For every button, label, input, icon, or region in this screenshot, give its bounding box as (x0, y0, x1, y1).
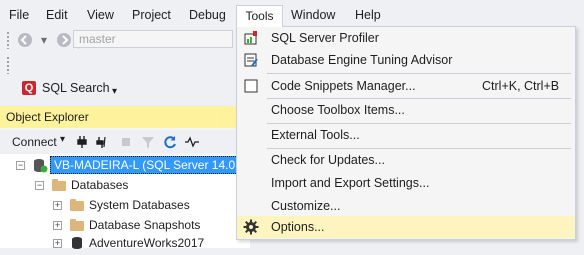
menu-item-label: Database Engine Tuning Advisor (271, 53, 453, 67)
tree-node-server[interactable]: − VB-MADEIRA-L (SQL Server 14.0.10 (0, 156, 256, 174)
tree-node-adventureworks[interactable]: + AdventureWorks2017 (0, 234, 250, 252)
menu-item-label: Import and Export Settings... (271, 176, 430, 190)
adventureworks-label: AdventureWorks2017 (89, 236, 205, 250)
tools-dropdown-menu: SQL Server Profiler Database Engine Tuni… (236, 26, 576, 240)
dropdown-arrow-icon[interactable]: ▾ (36, 32, 52, 48)
toolbar-grip[interactable] (6, 31, 10, 49)
menu-edit[interactable]: Edit (46, 0, 68, 27)
folder-icon (70, 219, 84, 231)
profiler-icon (243, 30, 259, 46)
snippets-icon (243, 78, 259, 94)
menu-project[interactable]: Project (132, 0, 171, 27)
expand-icon[interactable]: + (53, 239, 62, 248)
disconnect-icon[interactable] (94, 134, 110, 150)
database-snapshots-label: Database Snapshots (89, 218, 201, 232)
menu-item-label: Choose Toolbox Items... (271, 103, 405, 117)
menu-item-choose-toolbox-items[interactable]: Choose Toolbox Items... (237, 99, 575, 121)
collapse-icon[interactable]: − (35, 181, 44, 190)
filter-icon[interactable] (140, 134, 156, 150)
menu-item-tuning-advisor[interactable]: Database Engine Tuning Advisor (237, 49, 575, 71)
connect-icon[interactable] (74, 134, 90, 150)
connect-button[interactable]: Connect (12, 135, 57, 149)
collapse-icon[interactable]: − (16, 161, 25, 170)
menu-item-label: Options... (271, 220, 325, 234)
back-icon[interactable] (16, 32, 34, 48)
menu-item-label: Code Snippets Manager... (271, 79, 416, 93)
menu-item-shortcut: Ctrl+K, Ctrl+B (482, 79, 560, 93)
tree-node-database-snapshots[interactable]: + Database Snapshots (0, 216, 250, 234)
expand-icon[interactable]: + (53, 201, 62, 210)
menu-bar: File Edit View Project Debug Window Help (0, 0, 584, 27)
object-explorer-tree: − VB-MADEIRA-L (SQL Server 14.0.10 − Dat… (0, 154, 256, 250)
menu-item-check-for-updates[interactable]: Check for Updates... (237, 149, 575, 171)
menu-item-sql-server-profiler[interactable]: SQL Server Profiler (237, 27, 575, 49)
activity-monitor-icon[interactable] (184, 134, 200, 150)
object-explorer-title: Object Explorer (6, 110, 89, 124)
expand-icon[interactable]: + (53, 221, 62, 230)
tuning-advisor-icon (243, 52, 259, 68)
gear-icon (243, 219, 259, 235)
server-icon (32, 157, 48, 173)
menu-item-external-tools[interactable]: External Tools... (237, 124, 575, 146)
menu-item-import-export-settings[interactable]: Import and Export Settings... (237, 172, 575, 194)
menu-item-label: SQL Server Profiler (271, 31, 379, 45)
menu-view[interactable]: View (87, 0, 114, 27)
object-explorer-title-bar[interactable]: Object Explorer (0, 106, 250, 128)
sql-search-button[interactable]: SQL Search (42, 78, 110, 98)
folder-icon (52, 179, 66, 191)
server-label: VB-MADEIRA-L (SQL Server 14.0.10 (50, 156, 256, 174)
database-combo[interactable]: master (73, 30, 233, 48)
menu-window[interactable]: Window (291, 0, 335, 27)
menu-separator (267, 73, 571, 74)
databases-label: Databases (71, 178, 129, 192)
toolbar-overflow-icon[interactable]: ▾ (112, 86, 117, 97)
database-combo-value: master (79, 32, 116, 46)
object-explorer-toolbar: Connect ▾ (0, 130, 250, 154)
menu-item-label: Check for Updates... (271, 153, 385, 167)
refresh-icon[interactable] (162, 134, 178, 150)
tree-node-system-databases[interactable]: + System Databases (0, 196, 250, 214)
menu-tools[interactable]: Tools (236, 5, 283, 27)
tree-node-databases[interactable]: − Databases (0, 176, 250, 194)
stop-icon[interactable] (118, 134, 134, 150)
menu-item-code-snippets[interactable]: Code Snippets Manager... Ctrl+K, Ctrl+B (237, 75, 575, 97)
menu-file[interactable]: File (9, 0, 29, 27)
menu-item-label: External Tools... (271, 128, 360, 142)
menu-item-options[interactable]: Options... (237, 216, 575, 238)
toolbar-grip[interactable] (6, 56, 10, 74)
sql-search-icon[interactable]: Q (22, 81, 36, 95)
folder-icon (70, 199, 84, 211)
menu-item-customize[interactable]: Customize... (237, 195, 575, 217)
dropdown-arrow-icon[interactable]: ▾ (60, 134, 65, 145)
menu-help[interactable]: Help (355, 0, 381, 27)
menu-item-label: Customize... (271, 199, 341, 213)
system-databases-label: System Databases (89, 198, 190, 212)
menu-debug[interactable]: Debug (189, 0, 226, 27)
forward-icon[interactable] (56, 32, 72, 48)
